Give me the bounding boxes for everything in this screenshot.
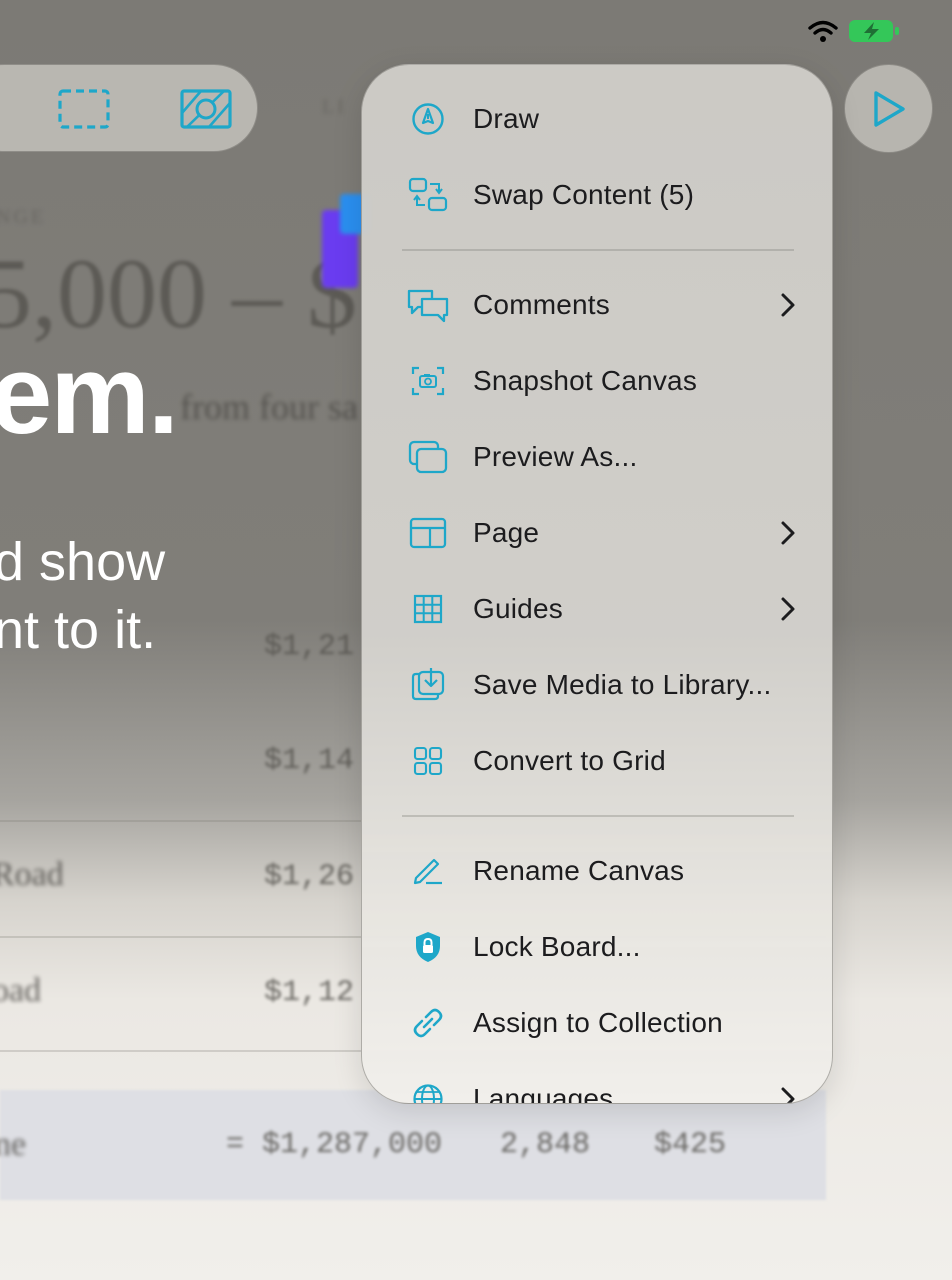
menu-item-label: Guides — [473, 593, 563, 624]
chevron-right-icon — [778, 1085, 798, 1103]
page-layout-icon — [406, 511, 450, 555]
hero-subtitle: d show nt to it. — [0, 528, 165, 664]
menu-item-label: Assign to Collection — [473, 1007, 723, 1038]
menu-item-assign-collection[interactable]: Assign to Collection — [362, 985, 832, 1061]
download-tray-icon — [406, 663, 450, 707]
table-cell-price: $1,14 — [264, 744, 355, 778]
menu-item-label: Rename Canvas — [473, 855, 685, 886]
chevron-right-icon — [778, 291, 798, 319]
menu-item-guides[interactable]: Guides — [362, 571, 832, 647]
table-cell-price: $1,21 — [264, 630, 355, 664]
context-menu: Draw Swap Content (5) Comments Snapshot … — [361, 64, 833, 1104]
range-label: NGE — [0, 206, 47, 228]
menu-item-label: Lock Board... — [473, 931, 641, 962]
menu-item-save-media[interactable]: Save Media to Library... — [362, 647, 832, 723]
menu-item-preview-as[interactable]: Preview As... — [362, 419, 832, 495]
summary-price: = $1,287,000 — [226, 1128, 443, 1162]
chevron-right-icon — [778, 519, 798, 547]
menu-item-comments[interactable]: Comments — [362, 267, 832, 343]
summary-rate: $425 — [654, 1128, 727, 1162]
wifi-icon — [808, 19, 838, 43]
menu-item-swap-content[interactable]: Swap Content (5) — [362, 157, 832, 233]
play-button[interactable] — [844, 64, 933, 153]
swap-content-icon — [406, 173, 450, 217]
summary-name: ne — [0, 1126, 27, 1163]
summary-count: 2,848 — [500, 1128, 591, 1162]
menu-item-rename-canvas[interactable]: Rename Canvas — [362, 833, 832, 909]
canvas-toolbar — [0, 64, 258, 152]
column-header: LI — [322, 96, 347, 118]
status-bar — [808, 18, 900, 44]
table-cell-price: $1,26 — [264, 860, 355, 894]
hero-title: em. — [0, 332, 179, 457]
marquee-select-button[interactable] — [57, 87, 111, 131]
four-squares-icon — [406, 739, 450, 783]
menu-item-draw[interactable]: Draw — [362, 81, 832, 157]
menu-item-label: Preview As... — [473, 441, 638, 472]
image-frame-icon — [179, 87, 233, 131]
play-icon — [870, 89, 908, 129]
menu-item-languages[interactable]: Languages — [362, 1061, 832, 1104]
menu-item-page[interactable]: Page — [362, 495, 832, 571]
menu-item-label: Draw — [473, 103, 540, 134]
pencil-line-icon — [406, 849, 450, 893]
menu-item-lock-board[interactable]: Lock Board... — [362, 909, 832, 985]
hero-subtitle-line: d show — [0, 532, 166, 592]
menu-separator — [402, 249, 794, 251]
menu-item-label: Save Media to Library... — [473, 669, 772, 700]
chevron-right-icon — [778, 595, 798, 623]
menu-item-label: Page — [473, 517, 540, 548]
menu-item-label: Swap Content (5) — [473, 179, 695, 210]
menu-item-label: Snapshot Canvas — [473, 365, 698, 396]
hero-subtitle-line: nt to it. — [0, 600, 157, 660]
pen-nib-icon — [406, 97, 450, 141]
dashed-rectangle-icon — [57, 87, 111, 131]
menu-item-label: Comments — [473, 289, 610, 320]
menu-separator — [402, 815, 794, 817]
table-cell-price: $1,12 — [264, 976, 355, 1010]
menu-item-label: Convert to Grid — [473, 745, 666, 776]
battery-charging-icon — [848, 18, 900, 44]
table-cell-name: oad — [0, 972, 42, 1009]
menu-item-label: Languages — [473, 1083, 614, 1104]
blurred-caption: from four sa — [180, 387, 358, 427]
grid-guides-icon — [406, 587, 450, 631]
menu-item-convert-grid[interactable]: Convert to Grid — [362, 723, 832, 799]
stacked-windows-icon — [406, 435, 450, 479]
menu-item-snapshot-canvas[interactable]: Snapshot Canvas — [362, 343, 832, 419]
link-icon — [406, 1001, 450, 1045]
lock-shield-icon — [406, 925, 450, 969]
image-frame-button[interactable] — [179, 87, 233, 131]
camera-viewfinder-icon — [406, 359, 450, 403]
comments-icon — [406, 283, 450, 327]
table-cell-name: Road — [0, 856, 64, 893]
globe-icon — [406, 1077, 450, 1103]
